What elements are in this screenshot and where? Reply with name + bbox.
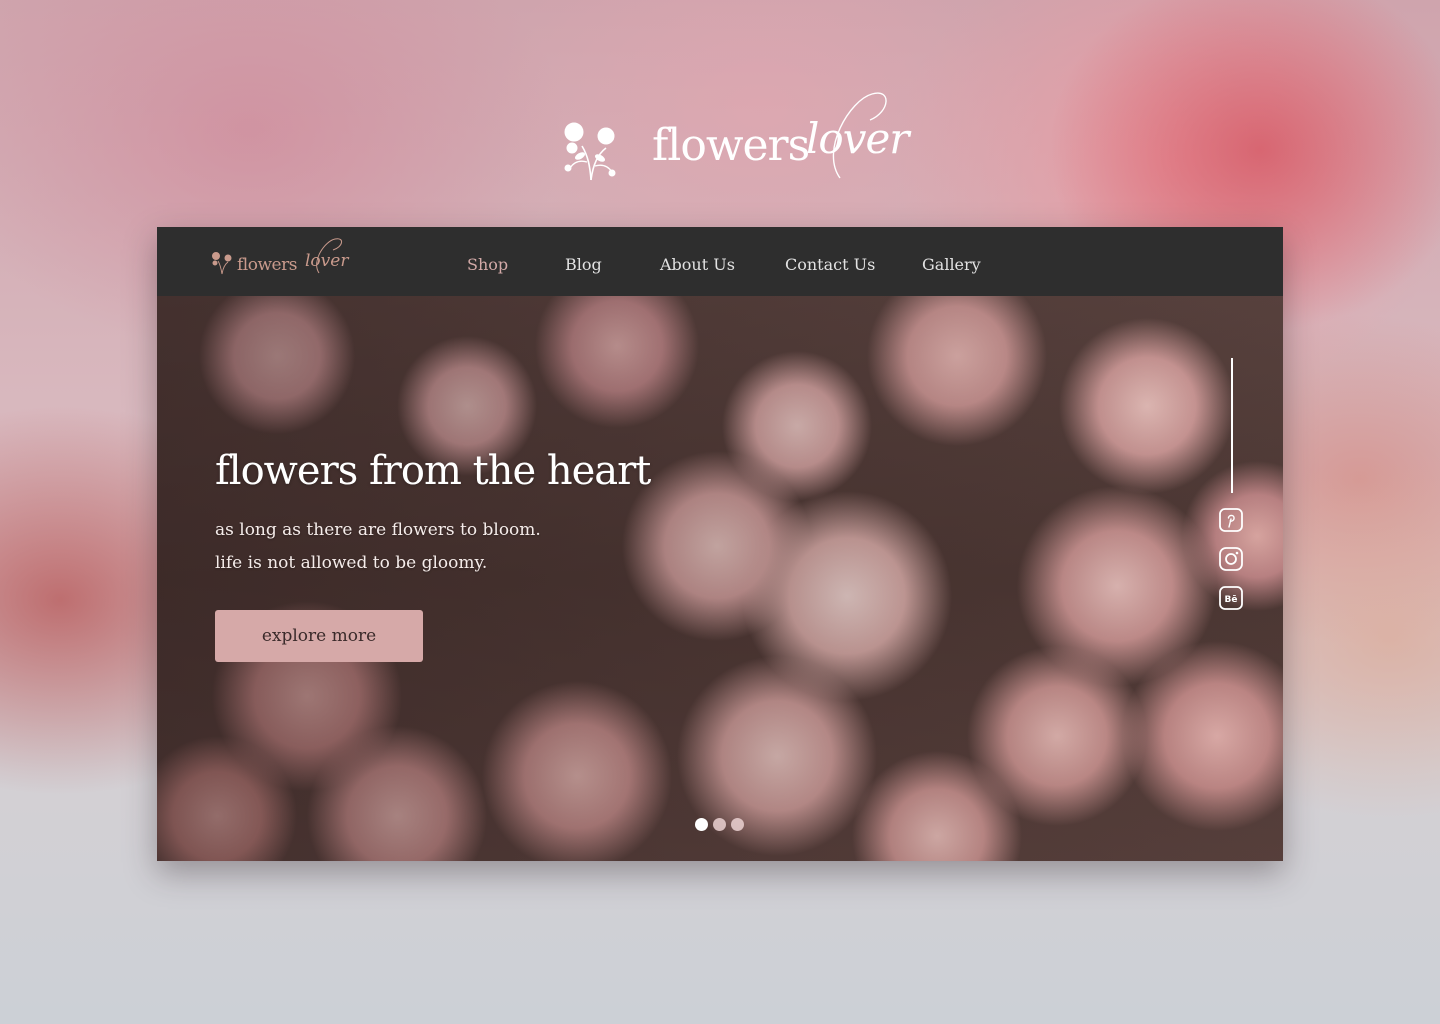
nav-logo-script: lover [305, 251, 349, 271]
navbar: flowers lover Shop Blog About Us Contact… [157, 227, 1283, 296]
carousel-dot-2[interactable] [713, 818, 726, 831]
pinterest-icon[interactable] [1219, 508, 1243, 532]
rose-icon [212, 252, 232, 275]
hero-title: flowers from the heart [215, 448, 651, 494]
brand-script: lover [806, 114, 909, 163]
brand-word: flowers [652, 120, 810, 171]
nav-logo-word: flowers [237, 255, 297, 275]
hero-subtitle: as long as there are flowers to bloom. l… [215, 514, 541, 580]
nav-item-contact-us[interactable]: Contact Us [785, 255, 875, 274]
carousel-dot-3[interactable] [731, 818, 744, 831]
carousel-dots [695, 818, 755, 832]
behance-glyph: Bē [1225, 595, 1238, 605]
instagram-icon[interactable] [1219, 547, 1243, 571]
nav-item-gallery[interactable]: Gallery [922, 255, 981, 274]
nav-logo[interactable]: flowers lover [211, 237, 361, 287]
carousel-dot-1[interactable] [695, 818, 708, 831]
hero-subtitle-line-1: as long as there are flowers to bloom. [215, 520, 541, 540]
behance-icon[interactable]: Bē [1219, 586, 1243, 610]
brand-logo-large: flowers lover [560, 90, 920, 190]
nav-item-blog[interactable]: Blog [565, 255, 602, 274]
rail-divider [1231, 358, 1233, 493]
nav-item-about-us[interactable]: About Us [660, 255, 735, 274]
social-links: Bē [1219, 358, 1247, 618]
website-mockup: flowers lover Shop Blog About Us Contact… [157, 227, 1283, 861]
hero-banner: flowers from the heart as long as there … [157, 296, 1283, 861]
hero-subtitle-line-2: life is not allowed to be gloomy. [215, 553, 488, 573]
rose-icon [564, 122, 616, 181]
nav-item-shop[interactable]: Shop [467, 255, 508, 274]
explore-more-button[interactable]: explore more [215, 610, 423, 662]
